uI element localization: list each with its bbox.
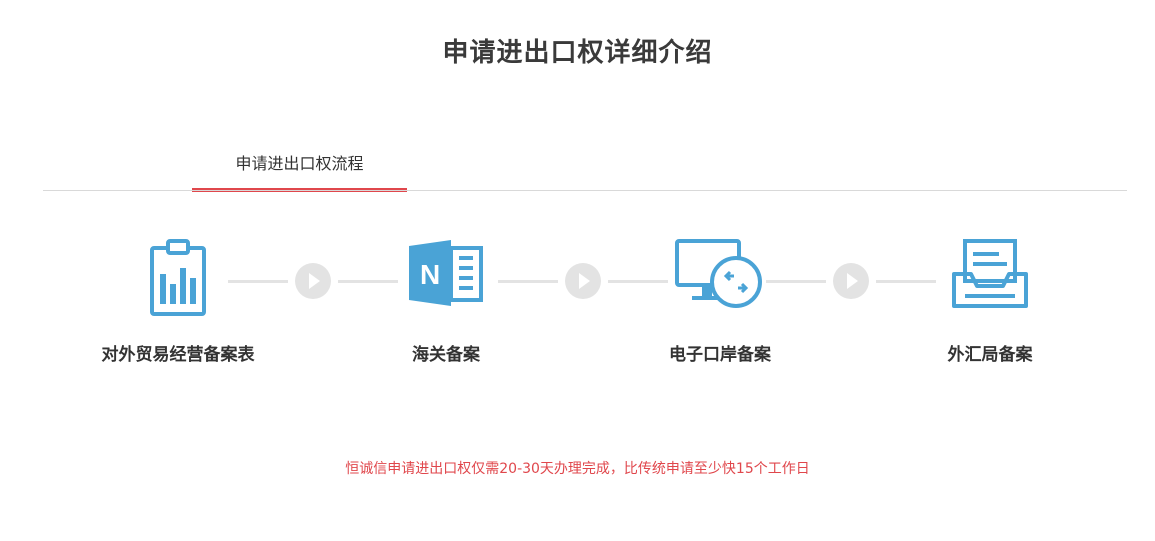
step-connector [498, 263, 668, 299]
connector-line [228, 280, 288, 283]
process-steps: 对外贸易经营备案表 N 海关备案 电子口岸备案 外汇局备案 [0, 238, 1155, 378]
step-connector [766, 263, 936, 299]
onenote-notebook-icon: N [409, 240, 483, 306]
page: 申请进出口权详细介绍 申请进出口权流程 对外贸易经营备案表 N 海关备案 电子口… [0, 0, 1155, 541]
step-connector [228, 263, 398, 299]
connector-line [766, 280, 826, 283]
connector-line [498, 280, 558, 283]
step-label: 海关备案 [412, 345, 480, 365]
connector-line [876, 280, 936, 283]
step-label: 电子口岸备案 [669, 345, 771, 365]
tab-label: 申请进出口权流程 [235, 154, 364, 173]
play-arrow-icon [565, 263, 601, 299]
play-arrow-icon [295, 263, 331, 299]
clipboard-chart-icon [150, 239, 206, 316]
step-label: 外汇局备案 [947, 345, 1033, 365]
monitor-connection-icon [675, 239, 762, 308]
connector-line [608, 280, 668, 283]
tab-application-process[interactable]: 申请进出口权流程 [192, 150, 407, 192]
tab-bar: 申请进出口权流程 [43, 150, 1127, 192]
page-title: 申请进出口权详细介绍 [442, 38, 713, 68]
promo-note: 恒诚信申请进出口权仅需20-30天办理完成，比传统申请至少快15个工作日 [345, 461, 810, 477]
connector-line [338, 280, 398, 283]
inbox-tray-icon [952, 239, 1028, 308]
tab-divider [43, 190, 1127, 191]
play-arrow-icon [833, 263, 869, 299]
step-label: 对外贸易经营备案表 [101, 345, 255, 365]
svg-text:N: N [420, 259, 440, 290]
